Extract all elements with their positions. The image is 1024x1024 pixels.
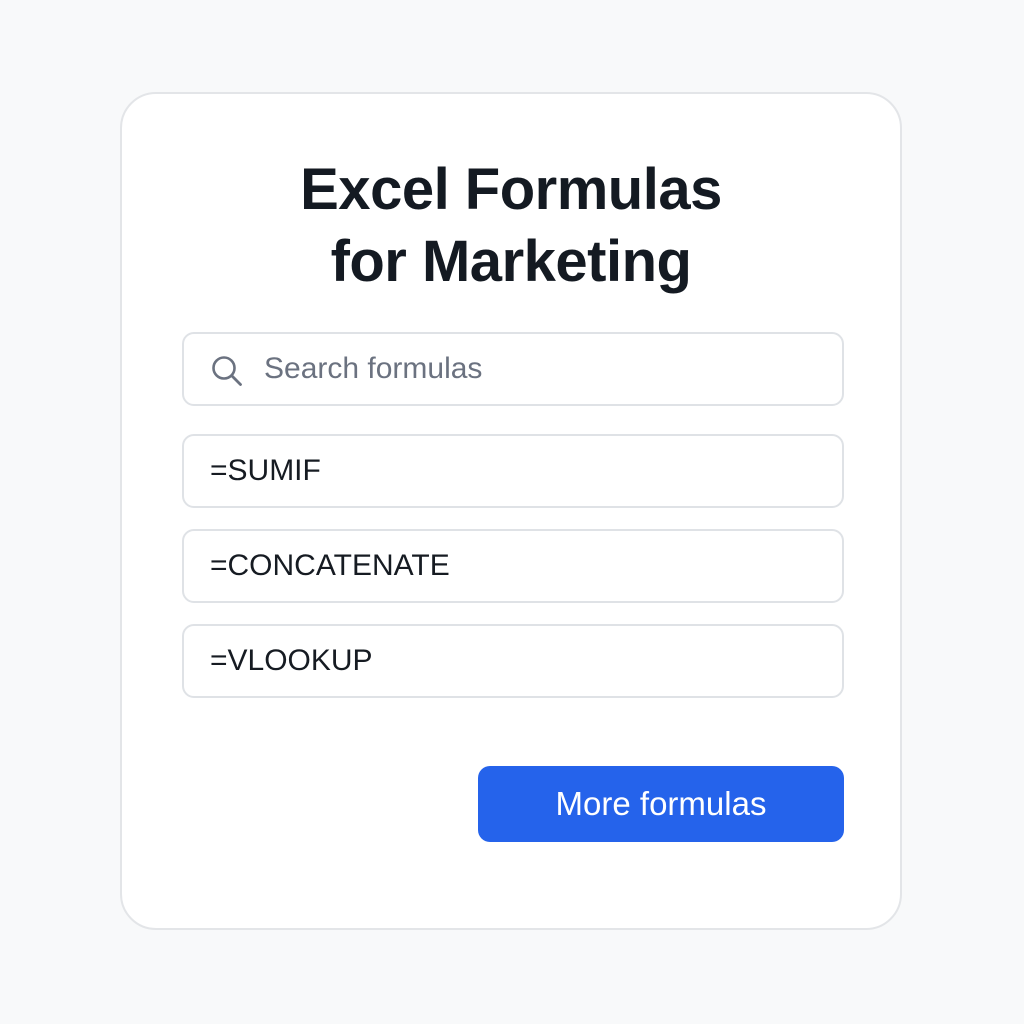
formulas-card: Excel Formulas for Marketing =SUMIF =CON… xyxy=(120,92,902,930)
formula-label: =CONCATENATE xyxy=(210,549,450,582)
formula-item-vlookup[interactable]: =VLOOKUP xyxy=(182,624,844,698)
search-input[interactable] xyxy=(264,334,824,404)
formula-list: =SUMIF =CONCATENATE =VLOOKUP xyxy=(182,434,844,719)
search-box[interactable] xyxy=(182,332,844,406)
page-title-line-2: for Marketing xyxy=(330,229,692,294)
page-title: Excel Formulas for Marketing xyxy=(122,154,900,298)
formula-item-sumif[interactable]: =SUMIF xyxy=(182,434,844,508)
formula-label: =VLOOKUP xyxy=(210,644,373,677)
formula-label: =SUMIF xyxy=(210,454,321,487)
search-icon xyxy=(212,356,242,386)
formula-item-concatenate[interactable]: =CONCATENATE xyxy=(182,529,844,603)
more-formulas-button[interactable]: More formulas xyxy=(478,766,844,842)
page-title-line-1: Excel Formulas xyxy=(300,157,722,222)
